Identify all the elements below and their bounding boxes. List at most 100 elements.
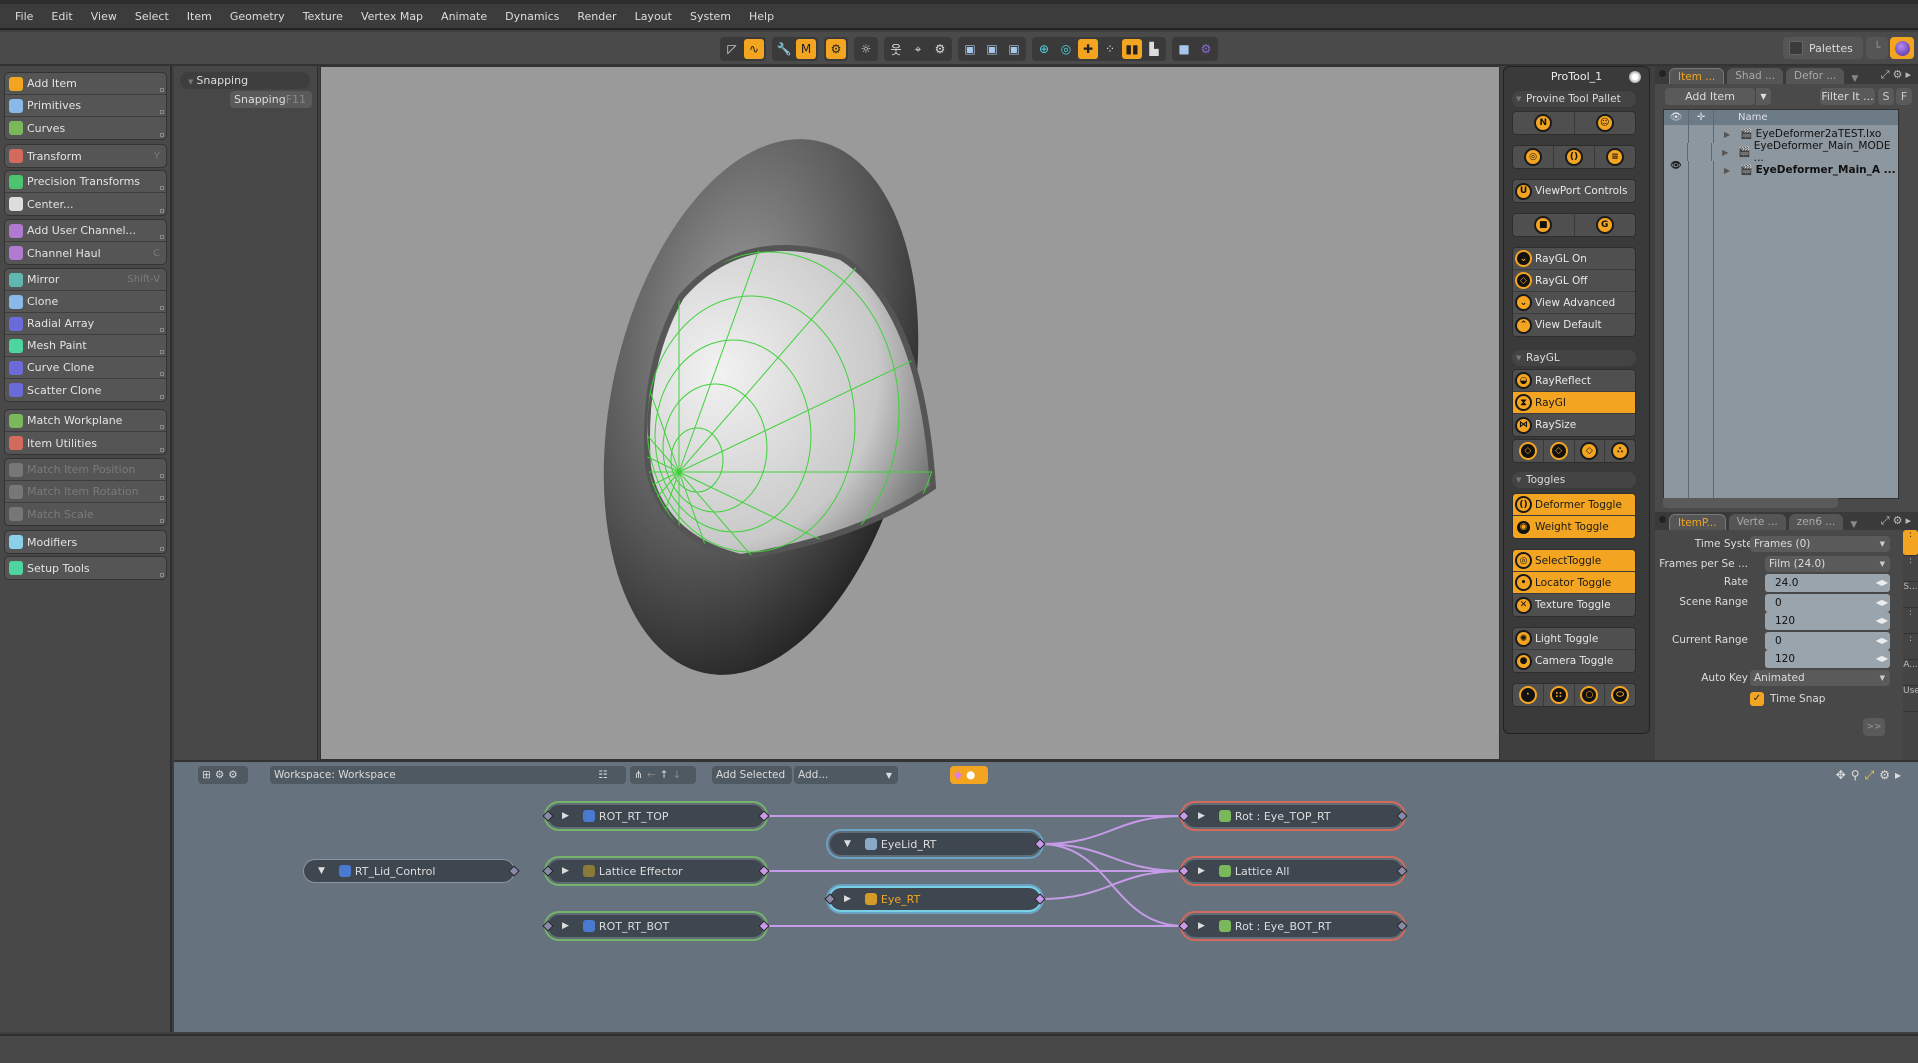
wrench-icon[interactable]: 🔧 bbox=[774, 39, 794, 59]
panel-menu-icon[interactable] bbox=[1659, 70, 1666, 77]
menu-item[interactable]: Item bbox=[178, 10, 221, 23]
m-modifier-icon[interactable]: M bbox=[796, 39, 816, 59]
pt-g-button[interactable]: G bbox=[1575, 214, 1636, 236]
name-column-header[interactable]: Name bbox=[1714, 110, 1768, 125]
tool-curve-clone[interactable]: Curve Clone bbox=[5, 357, 166, 379]
dots-circle-icon[interactable]: ⁘ bbox=[1100, 39, 1120, 59]
collapse-triangle-icon[interactable]: ▼ bbox=[844, 839, 851, 849]
tool-add-item[interactable]: Add Item bbox=[5, 73, 166, 95]
tool-gear-icon[interactable]: ⚙ bbox=[930, 39, 950, 59]
sun-gear-icon[interactable]: ☼ bbox=[856, 39, 876, 59]
fit-icon[interactable]: ⤢ bbox=[1865, 768, 1880, 782]
menu-file[interactable]: File bbox=[6, 10, 42, 23]
pt-raygi[interactable]: ⧗ RayGI bbox=[1513, 392, 1635, 414]
pt-figure-button[interactable]: ☺ bbox=[1575, 112, 1636, 134]
pt-pill-button[interactable]: () bbox=[1554, 146, 1595, 168]
auto-key-dropdown[interactable]: Animated bbox=[1750, 670, 1890, 686]
purple-gear-icon[interactable]: ⚙ bbox=[1196, 39, 1216, 59]
pt-texture-toggle[interactable]: ✕ Texture Toggle bbox=[1513, 594, 1635, 616]
cube-poly-icon[interactable]: ▣ bbox=[1004, 39, 1024, 59]
pt-selecttoggle[interactable]: ◎ SelectToggle bbox=[1513, 550, 1635, 572]
side-tab[interactable]: : bbox=[1903, 556, 1918, 582]
side-tab[interactable]: : bbox=[1903, 608, 1918, 634]
menu-animate[interactable]: Animate bbox=[432, 10, 496, 23]
time-snap-checkbox[interactable]: ✓ Time Snap bbox=[1750, 692, 1825, 706]
pt-view-default[interactable]: ⌃ View Default bbox=[1513, 314, 1635, 336]
menu-help[interactable]: Help bbox=[740, 10, 783, 23]
s-button[interactable]: S bbox=[1878, 88, 1894, 105]
pt-square-button[interactable]: ■ bbox=[1513, 214, 1575, 236]
hierarchy-icon[interactable]: ⋔ bbox=[634, 769, 643, 781]
split-panel-icon[interactable]: ▮▮ bbox=[1122, 39, 1142, 59]
curve-tool-icon[interactable]: ◸ bbox=[722, 39, 742, 59]
pt-view-advanced[interactable]: ⌄ View Advanced bbox=[1513, 292, 1635, 314]
node-rot-eye-bot-rt[interactable]: ▶ Rot : Eye_BOT_RT bbox=[1178, 915, 1408, 937]
visibility-toggle[interactable] bbox=[1664, 125, 1689, 143]
collapse-triangle-icon[interactable]: ▼ bbox=[318, 866, 325, 876]
expand-triangle-icon[interactable]: ▶ bbox=[562, 811, 569, 821]
settings-gear-icon[interactable]: ⚙ bbox=[1893, 514, 1906, 527]
tree-row[interactable]: 👁 ▶ 🎬 EyeDeformer_Main_A ... bbox=[1664, 161, 1898, 179]
toggles-section-header[interactable]: Toggles bbox=[1512, 472, 1636, 488]
grid-layout-button[interactable]: ☷ bbox=[580, 766, 626, 784]
lock-toggle[interactable] bbox=[1688, 143, 1713, 161]
purple-cube-icon[interactable]: ■ bbox=[1174, 39, 1194, 59]
tool-primitives[interactable]: Primitives bbox=[5, 95, 166, 117]
chevron-right-icon[interactable]: ▸ bbox=[1905, 514, 1914, 527]
zoom-icon[interactable]: ⚲ bbox=[1851, 768, 1865, 782]
node-rot-eye-top-rt[interactable]: ▶ Rot : Eye_TOP_RT bbox=[1178, 805, 1408, 827]
pt-deformer-toggle[interactable]: () Deformer Toggle bbox=[1513, 494, 1635, 516]
menu-view[interactable]: View bbox=[82, 10, 126, 23]
slider-arrows-icon[interactable]: ◀▶ bbox=[1876, 612, 1888, 630]
visibility-toggle[interactable]: 👁 bbox=[1664, 161, 1689, 179]
workspace-dropdown[interactable]: Workspace: Workspace▼ bbox=[270, 766, 626, 784]
pt-dot2-button[interactable]: :: bbox=[1544, 684, 1575, 706]
current-range-end[interactable]: 120 ◀▶ bbox=[1765, 650, 1890, 668]
slider-arrows-icon[interactable]: ◀▶ bbox=[1876, 650, 1888, 668]
palettes-button[interactable]: Palettes bbox=[1783, 37, 1863, 59]
tool-modifiers[interactable]: Modifiers bbox=[5, 531, 166, 553]
expand-arrow-icon[interactable]: ▶ bbox=[1724, 166, 1730, 175]
expand-arrow-icon[interactable]: ▶ bbox=[1722, 148, 1728, 157]
target-icon[interactable]: ⊕ bbox=[1034, 39, 1054, 59]
slider-arrows-icon[interactable]: ◀▶ bbox=[1876, 632, 1888, 650]
pt-three-dots-button[interactable]: ∴ bbox=[1605, 440, 1635, 462]
center-target-icon[interactable]: ✚ bbox=[1078, 39, 1098, 59]
menu-system[interactable]: System bbox=[681, 10, 740, 23]
expand-triangle-icon[interactable]: ▶ bbox=[562, 921, 569, 931]
node-lattice-all[interactable]: ▶ Lattice All bbox=[1178, 860, 1408, 882]
add-dropdown[interactable]: Add... ▼ bbox=[794, 766, 898, 784]
side-tab[interactable]: A... bbox=[1903, 660, 1918, 686]
tab-shad[interactable]: Shad ... bbox=[1727, 68, 1784, 84]
menu-layout[interactable]: Layout bbox=[626, 10, 681, 23]
pt-target-button[interactable]: ◎ bbox=[1513, 146, 1554, 168]
raygl-section-header[interactable]: RayGL bbox=[1512, 350, 1636, 366]
cube-vertex-icon[interactable]: ▣ bbox=[960, 39, 980, 59]
node-rt-lid-control[interactable]: ▼ RT_Lid_Control bbox=[304, 860, 520, 882]
add-gear-icon[interactable]: ⚙ bbox=[215, 769, 224, 781]
3d-viewport[interactable] bbox=[320, 66, 1500, 760]
expand-triangle-icon[interactable]: ▶ bbox=[562, 866, 569, 876]
f-button[interactable]: F bbox=[1896, 88, 1912, 105]
fps-dropdown[interactable]: Film (24.0) bbox=[1765, 556, 1890, 572]
pt-horiz-button[interactable]: ◇ bbox=[1513, 440, 1544, 462]
tool-match-scale[interactable]: Match Scale bbox=[5, 503, 166, 525]
figure-icon[interactable]: 웃 bbox=[886, 39, 906, 59]
close-dot-icon[interactable] bbox=[1629, 71, 1641, 83]
arrow-up-icon[interactable]: ↑ bbox=[660, 769, 669, 781]
expand-triangle-icon[interactable]: ▶ bbox=[1198, 811, 1205, 821]
chevron-right-icon[interactable]: ▸ bbox=[1895, 768, 1906, 782]
menu-vertex-map[interactable]: Vertex Map bbox=[352, 10, 432, 23]
arrow-down-icon[interactable]: ↓ bbox=[672, 769, 681, 781]
pt-dot1-button[interactable]: · bbox=[1513, 684, 1544, 706]
tree-row[interactable]: ▶ 🎬 EyeDeformer_Main_MODE ... bbox=[1664, 140, 1898, 164]
add-gear2-icon[interactable]: ⚙ bbox=[228, 769, 237, 781]
tool-precision-transforms[interactable]: Precision Transforms bbox=[5, 171, 166, 193]
settings-gear-icon[interactable]: ⚙ bbox=[1893, 68, 1906, 81]
menu-geometry[interactable]: Geometry bbox=[221, 10, 294, 23]
lock-toggle[interactable] bbox=[1689, 125, 1714, 143]
add-selected-button[interactable]: Add Selected bbox=[712, 766, 792, 784]
schematic-node-editor[interactable]: ⊞ ⚙ ⚙ Workspace: Workspace▼ ☷ ⋔ ← ↑↓ Add Sel… bbox=[174, 760, 1918, 1032]
grid-corner-icon[interactable]: ▙ bbox=[1144, 39, 1164, 59]
tool-transform[interactable]: Transform Y bbox=[5, 145, 166, 167]
